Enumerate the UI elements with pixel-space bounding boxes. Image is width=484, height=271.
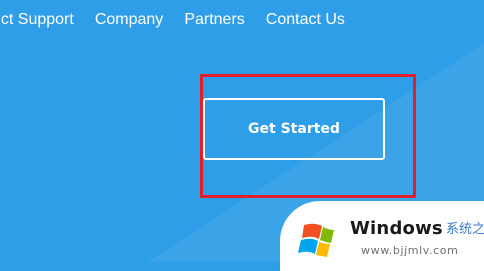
watermark-chinese-text: 系统之家 xyxy=(446,222,484,237)
nav-item-product-support[interactable]: uct Support xyxy=(0,10,74,30)
nav-item-partners[interactable]: Partners xyxy=(184,10,244,30)
watermark-url: www.bjjmlv.com xyxy=(361,244,459,257)
watermark-title: Windows xyxy=(350,218,443,239)
windows-logo-icon xyxy=(298,223,334,257)
nav-item-contact-us[interactable]: Contact Us xyxy=(266,10,345,30)
watermark: Windows 系统之家 www.bjjmlv.com xyxy=(280,201,484,271)
get-started-button[interactable]: Get Started xyxy=(203,98,385,160)
top-navigation: uct Support Company Partners Contact Us xyxy=(0,10,366,30)
nav-item-company[interactable]: Company xyxy=(95,10,163,30)
